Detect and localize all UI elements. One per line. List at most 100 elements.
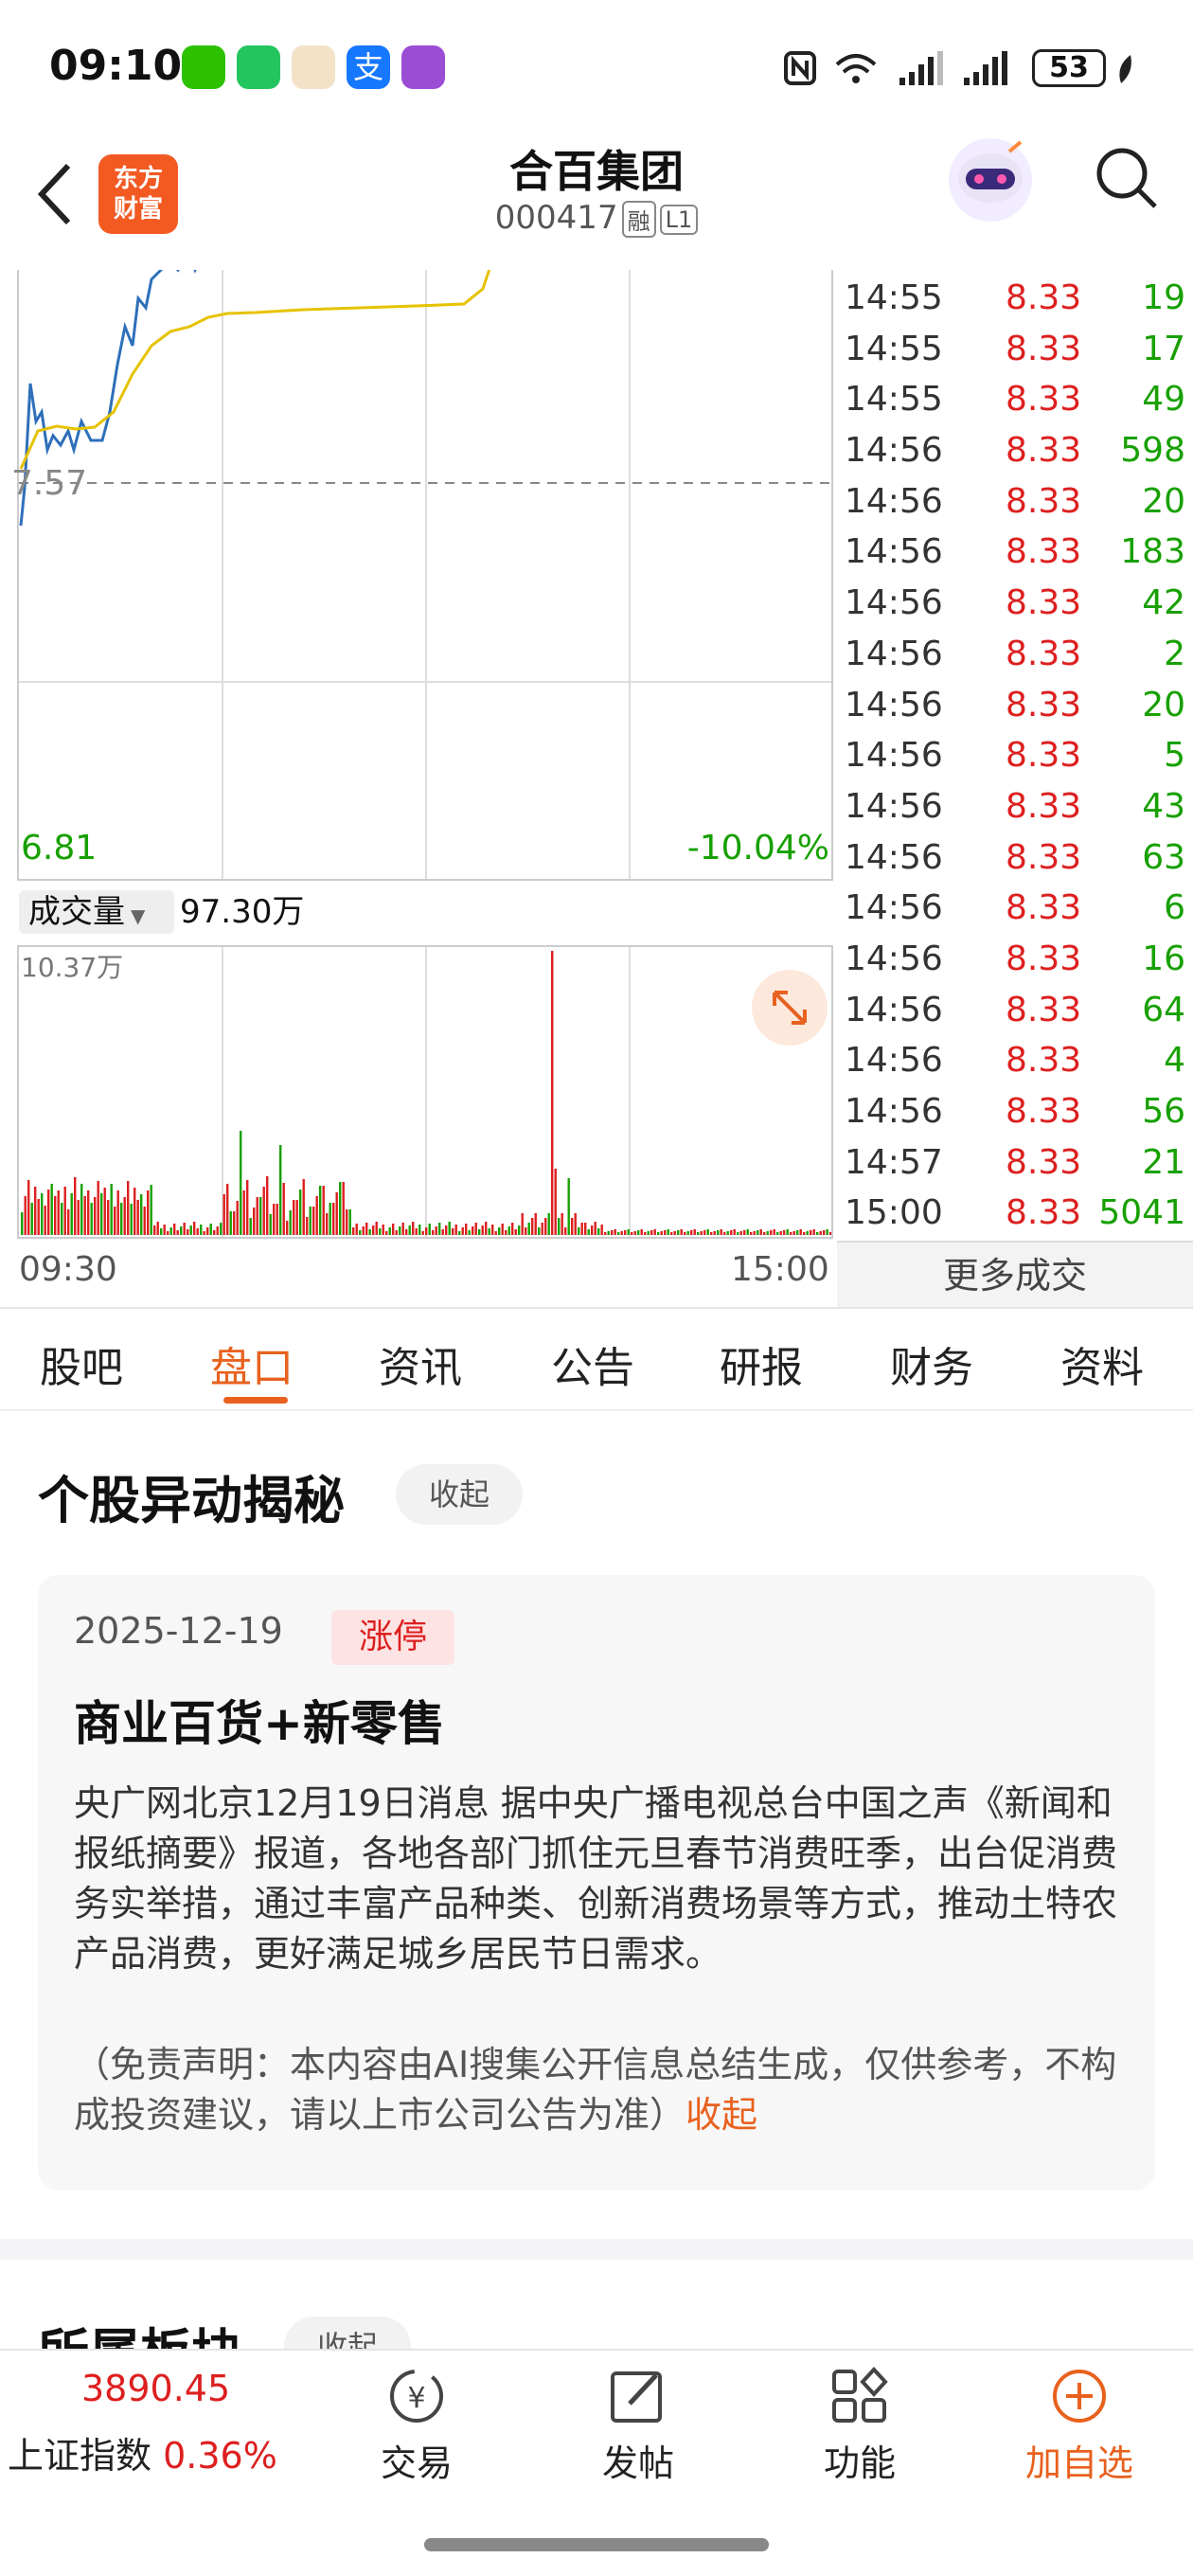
nav-add-watchlist[interactable]: 加自选 xyxy=(1013,2366,1146,2486)
tab-news[interactable]: 资讯 xyxy=(379,1333,462,1394)
trade-row: 14:56 8.33 5 xyxy=(837,732,1193,783)
volume-bar xyxy=(100,1193,103,1235)
volume-bar xyxy=(180,1226,183,1235)
disclaimer-text: （免责声明：本内容由AI搜集公开信息总结生成，仅供参考，不构成投资建议，请以上市… xyxy=(74,2044,1117,2136)
volume-bar xyxy=(607,1231,610,1235)
volume-bar xyxy=(130,1204,133,1235)
volume-bar xyxy=(262,1187,265,1235)
volume-bar xyxy=(660,1231,663,1235)
trade-time: 14:56 xyxy=(845,481,943,521)
volume-bar xyxy=(806,1231,809,1235)
volume-bar xyxy=(306,1217,309,1235)
volume-bar xyxy=(183,1223,186,1235)
trade-vol: 183 xyxy=(1120,532,1185,572)
volume-bar xyxy=(249,1218,252,1235)
volume-bar xyxy=(136,1200,139,1235)
volume-bar xyxy=(150,1185,152,1235)
volume-bar xyxy=(392,1224,395,1235)
volume-selector[interactable]: 成交量 ▼ xyxy=(19,890,174,934)
volume-bar xyxy=(24,1196,27,1235)
volume-chart[interactable] xyxy=(17,945,833,1239)
more-trades-button[interactable]: 更多成交 xyxy=(837,1241,1193,1309)
volume-bar xyxy=(329,1203,331,1235)
limit-up-badge: 涨停 xyxy=(331,1610,454,1665)
volume-bar xyxy=(826,1229,828,1235)
volume-bar xyxy=(266,1176,269,1235)
tab-research[interactable]: 研报 xyxy=(720,1333,803,1394)
volume-bar xyxy=(57,1190,60,1235)
back-icon[interactable] xyxy=(28,156,85,232)
volume-bar xyxy=(276,1204,278,1235)
trade-row: 14:56 8.33 56 xyxy=(837,1088,1193,1139)
trade-row: 14:55 8.33 49 xyxy=(837,376,1193,427)
alipay-icon: 支 xyxy=(347,45,390,89)
trade-row: 14:56 8.33 20 xyxy=(837,478,1193,529)
trade-time: 14:56 xyxy=(845,1041,943,1081)
volume-bar xyxy=(256,1197,258,1235)
volume-bar xyxy=(653,1229,656,1235)
index-line[interactable]: 上证指数 0.36% xyxy=(8,2426,277,2478)
trade-time: 14:56 xyxy=(845,786,943,826)
trade-row: 14:55 8.33 19 xyxy=(837,275,1193,326)
volume-bar xyxy=(819,1231,822,1235)
anomaly-collapse-button[interactable]: 收起 xyxy=(396,1464,523,1525)
volume-bar xyxy=(472,1226,474,1235)
nav-functions[interactable]: 功能 xyxy=(793,2366,926,2486)
volume-bar xyxy=(282,1183,285,1235)
volume-bar xyxy=(733,1229,736,1235)
index-value[interactable]: 3890.45 xyxy=(81,2368,230,2409)
trade-row: 14:56 8.33 43 xyxy=(837,783,1193,834)
tab-profile[interactable]: 资料 xyxy=(1060,1333,1144,1394)
volume-bar xyxy=(670,1232,673,1235)
volume-bar xyxy=(746,1229,749,1235)
volume-bar xyxy=(226,1184,229,1235)
search-icon[interactable] xyxy=(1091,142,1163,214)
disclaimer-collapse-link[interactable]: 收起 xyxy=(686,2094,757,2136)
volume-bar xyxy=(362,1226,365,1235)
volume-total: 97.30万 xyxy=(180,893,305,931)
volume-bar xyxy=(574,1213,577,1235)
volume-bar xyxy=(753,1231,756,1235)
volume-bar xyxy=(295,1200,298,1235)
trade-row: 14:56 8.33 598 xyxy=(837,427,1193,478)
expand-chart-button[interactable] xyxy=(752,970,828,1046)
volume-bar xyxy=(703,1230,706,1235)
volume-bar xyxy=(786,1229,789,1235)
tab-finance[interactable]: 财务 xyxy=(890,1333,973,1394)
anomaly-disclaimer: （免责声明：本内容由AI搜集公开信息总结生成，仅供参考，不构成投资建议，请以上市… xyxy=(74,2040,1121,2140)
volume-bar xyxy=(452,1228,454,1235)
pct-low-label: -10.04% xyxy=(686,829,829,868)
volume-bar xyxy=(538,1227,541,1235)
trade-row: 15:00 8.33 5041 xyxy=(837,1190,1193,1241)
volume-bar xyxy=(617,1232,620,1235)
stock-name: 合百集团 xyxy=(509,146,684,197)
volume-bar xyxy=(667,1229,669,1235)
volume-bar xyxy=(631,1232,633,1235)
volume-bar xyxy=(74,1177,77,1235)
volume-bar xyxy=(600,1225,603,1235)
status-time: 09:10 xyxy=(49,42,183,90)
svg-text:¥: ¥ xyxy=(407,2382,425,2415)
ai-assistant-icon[interactable] xyxy=(943,133,1038,227)
tab-pankou[interactable]: 盘口 xyxy=(210,1333,294,1394)
volume-bar xyxy=(140,1194,143,1235)
volume-bar xyxy=(309,1207,312,1235)
anomaly-section-title: 个股异动揭秘 xyxy=(38,1471,345,1530)
home-indicator[interactable] xyxy=(424,2538,769,2551)
volume-bar xyxy=(580,1223,583,1235)
volume-bar xyxy=(737,1232,739,1235)
volume-bar xyxy=(534,1213,537,1235)
nav-trade[interactable]: ¥ 交易 xyxy=(350,2366,483,2486)
tab-guba[interactable]: 股吧 xyxy=(40,1333,123,1394)
trade-price: 8.33 xyxy=(1006,685,1082,724)
price-chart[interactable]: 7.57 6.81 -10.04% xyxy=(11,270,833,881)
trade-list[interactable]: 14:55 8.33 19 14:55 8.33 17 14:55 8.33 49 14:56 8.… xyxy=(837,275,1193,1241)
price-low-label: 6.81 xyxy=(21,829,98,868)
volume-bar xyxy=(726,1231,729,1235)
volume-bar xyxy=(399,1226,401,1235)
tab-announcement[interactable]: 公告 xyxy=(551,1333,634,1394)
volume-bar xyxy=(647,1231,650,1235)
nav-post[interactable]: 发帖 xyxy=(572,2366,704,2486)
volume-bar xyxy=(491,1225,494,1235)
volume-bar xyxy=(143,1207,146,1235)
